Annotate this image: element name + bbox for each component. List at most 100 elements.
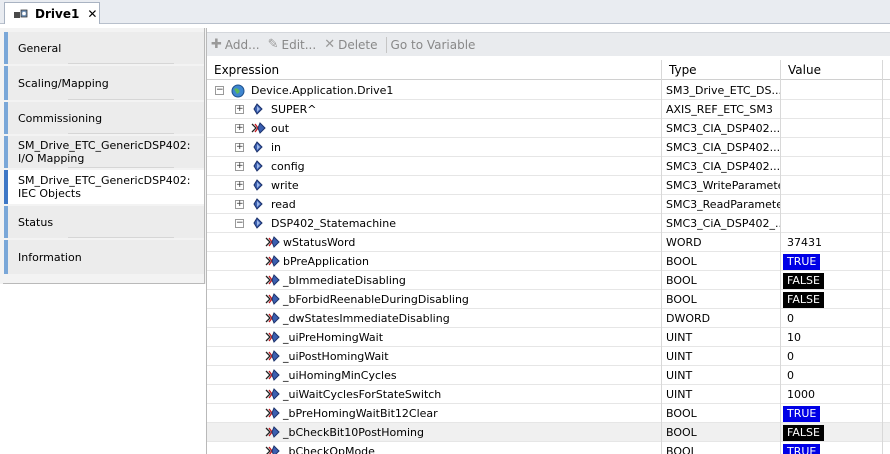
table-row[interactable]: _bImmediateDisabling BOOL FALSE <box>207 271 890 290</box>
nav-item-iec-objects[interactable]: SM_Drive_ETC_GenericDSP402: IEC Objects <box>4 170 204 204</box>
expression-label: _bPreHomingWaitBit12Clear <box>283 407 438 420</box>
table-row[interactable]: _bForbidReenableDuringDisabling BOOL FALSE <box>207 290 890 309</box>
table-row[interactable]: wStatusWord WORD 37431 <box>207 233 890 252</box>
expand-icon[interactable]: + <box>235 200 244 209</box>
table-row[interactable]: _uiPreHomingWait UINT 10 <box>207 328 890 347</box>
collapse-icon[interactable]: − <box>215 86 224 95</box>
table-row[interactable]: _bCheckOpMode BOOL TRUE <box>207 442 890 454</box>
delete-button[interactable]: ✕ Delete <box>324 37 377 52</box>
value-cell[interactable] <box>783 176 889 195</box>
type-cell: BOOL <box>666 407 697 420</box>
table-row[interactable]: _uiWaitCyclesForStateSwitch UINT 1000 <box>207 385 890 404</box>
column-header-prepared[interactable]: P <box>882 60 890 80</box>
value-cell[interactable]: FALSE <box>783 423 889 442</box>
expression-cell: _uiWaitCyclesForStateSwitch <box>207 385 662 404</box>
edit-icon: ✎ <box>267 37 279 52</box>
expand-icon[interactable]: + <box>235 181 244 190</box>
expression-label: _uiWaitCyclesForStateSwitch <box>283 388 442 401</box>
expression-label: bPreApplication <box>283 255 369 268</box>
expand-icon[interactable]: + <box>235 143 244 152</box>
column-divider <box>882 60 883 454</box>
table-row[interactable]: + SUPER^ AXIS_REF_ETC_SM3 <box>207 100 890 119</box>
value-cell[interactable]: 10 <box>783 328 889 347</box>
expression-label: write <box>271 179 299 192</box>
expression-label: _uiPreHomingWait <box>283 331 384 344</box>
value-cell[interactable] <box>783 138 889 157</box>
go-to-variable-button[interactable]: Go to Variable <box>391 38 476 52</box>
var-icon <box>251 141 265 154</box>
tab-drive1[interactable]: Drive1 ✕ <box>4 2 100 24</box>
expression-cell: bPreApplication <box>207 252 662 271</box>
expression-cell: − DSP402_Statemachine <box>207 214 662 233</box>
value-cell[interactable] <box>783 157 889 176</box>
expand-icon[interactable]: + <box>235 124 244 133</box>
nav-item-information[interactable]: Information <box>4 240 204 274</box>
value-cell[interactable] <box>783 214 889 233</box>
expand-icon[interactable]: + <box>235 105 244 114</box>
expression-cell: _bForbidReenableDuringDisabling <box>207 290 662 309</box>
expand-icon[interactable]: + <box>235 162 244 171</box>
value-label: 37431 <box>787 236 822 249</box>
nav-item-general[interactable]: General <box>4 32 204 64</box>
expression-label: config <box>271 160 305 173</box>
table-row[interactable]: − Device.Application.Drive1 SM3_Drive_ETC_… <box>207 81 890 100</box>
value-cell[interactable]: 0 <box>783 309 889 328</box>
nav-item-commissioning[interactable]: Commissioning <box>4 102 204 134</box>
expression-label: _bCheckBit10PostHoming <box>283 426 424 439</box>
value-cell[interactable]: 0 <box>783 347 889 366</box>
expression-label: DSP402_Statemachine <box>271 217 396 230</box>
value-cell[interactable]: TRUE <box>783 252 889 271</box>
expression-label: _dwStatesImmediateDisabling <box>283 312 450 325</box>
add-button[interactable]: ✚ Add... <box>211 37 260 52</box>
value-cell[interactable]: 0 <box>783 366 889 385</box>
expression-label: wStatusWord <box>283 236 356 249</box>
value-cell[interactable]: 1000 <box>783 385 889 404</box>
value-cell[interactable]: FALSE <box>783 271 889 290</box>
value-cell[interactable] <box>783 195 889 214</box>
collapse-icon[interactable]: − <box>235 219 244 228</box>
table-row[interactable]: _uiHomingMinCycles UINT 0 <box>207 366 890 385</box>
column-header-value[interactable]: Value <box>781 60 821 80</box>
type-cell: WORD <box>666 236 702 249</box>
table-row[interactable]: + write SMC3_WriteParameter <box>207 176 890 195</box>
table-row[interactable]: _bCheckBit10PostHoming BOOL FALSE <box>207 423 890 442</box>
output-var-icon <box>265 236 280 249</box>
column-header-type[interactable]: Type <box>662 60 697 80</box>
type-cell: AXIS_REF_ETC_SM3 <box>666 103 773 116</box>
close-icon[interactable]: ✕ <box>87 7 97 21</box>
output-var-icon <box>265 274 280 287</box>
table-row[interactable]: _uiPostHomingWait UINT 0 <box>207 347 890 366</box>
nav-item-io-mapping[interactable]: SM_Drive_ETC_GenericDSP402: I/O Mapping <box>4 136 204 168</box>
output-var-icon <box>251 122 266 135</box>
bool-value-badge: TRUE <box>783 406 821 422</box>
tab-label: Drive1 <box>35 6 80 21</box>
table-row[interactable]: + in SMC3_CIA_DSP402... <box>207 138 890 157</box>
table-row[interactable]: bPreApplication BOOL TRUE <box>207 252 890 271</box>
table-row[interactable]: − DSP402_Statemachine SMC3_CiA_DSP402_... <box>207 214 890 233</box>
expression-label: _bCheckOpMode <box>283 445 375 454</box>
type-cell: SMC3_WriteParameter <box>666 179 781 192</box>
value-cell[interactable] <box>783 119 889 138</box>
expression-cell: _uiHomingMinCycles <box>207 366 662 385</box>
table-row[interactable]: _dwStatesImmediateDisabling DWORD 0 <box>207 309 890 328</box>
globe-icon <box>231 84 245 98</box>
output-var-icon <box>265 426 280 439</box>
column-header-expression[interactable]: Expression <box>207 60 279 80</box>
nav-item-scaling-mapping[interactable]: Scaling/Mapping <box>4 66 204 100</box>
table-row[interactable]: + config SMC3_CIA_DSP402... <box>207 157 890 176</box>
value-cell[interactable] <box>783 81 889 100</box>
value-label: 10 <box>787 331 801 344</box>
value-cell[interactable]: TRUE <box>783 442 889 454</box>
table-row[interactable]: + read SMC3_ReadParameter <box>207 195 890 214</box>
table-row[interactable]: _bPreHomingWaitBit12Clear BOOL TRUE <box>207 404 890 423</box>
value-cell[interactable]: FALSE <box>783 290 889 309</box>
value-cell[interactable]: TRUE <box>783 404 889 423</box>
value-cell[interactable]: 37431 <box>783 233 889 252</box>
output-var-icon <box>265 312 280 325</box>
nav-item-status[interactable]: Status <box>4 206 204 238</box>
iec-objects-panel: ✚ Add... ✎ Edit... ✕ Delete Go to Variab… <box>206 28 890 454</box>
edit-button[interactable]: ✎ Edit... <box>268 37 317 52</box>
bool-value-badge: FALSE <box>783 273 824 289</box>
table-row[interactable]: + out SMC3_CIA_DSP402... <box>207 119 890 138</box>
value-cell[interactable] <box>783 100 889 119</box>
